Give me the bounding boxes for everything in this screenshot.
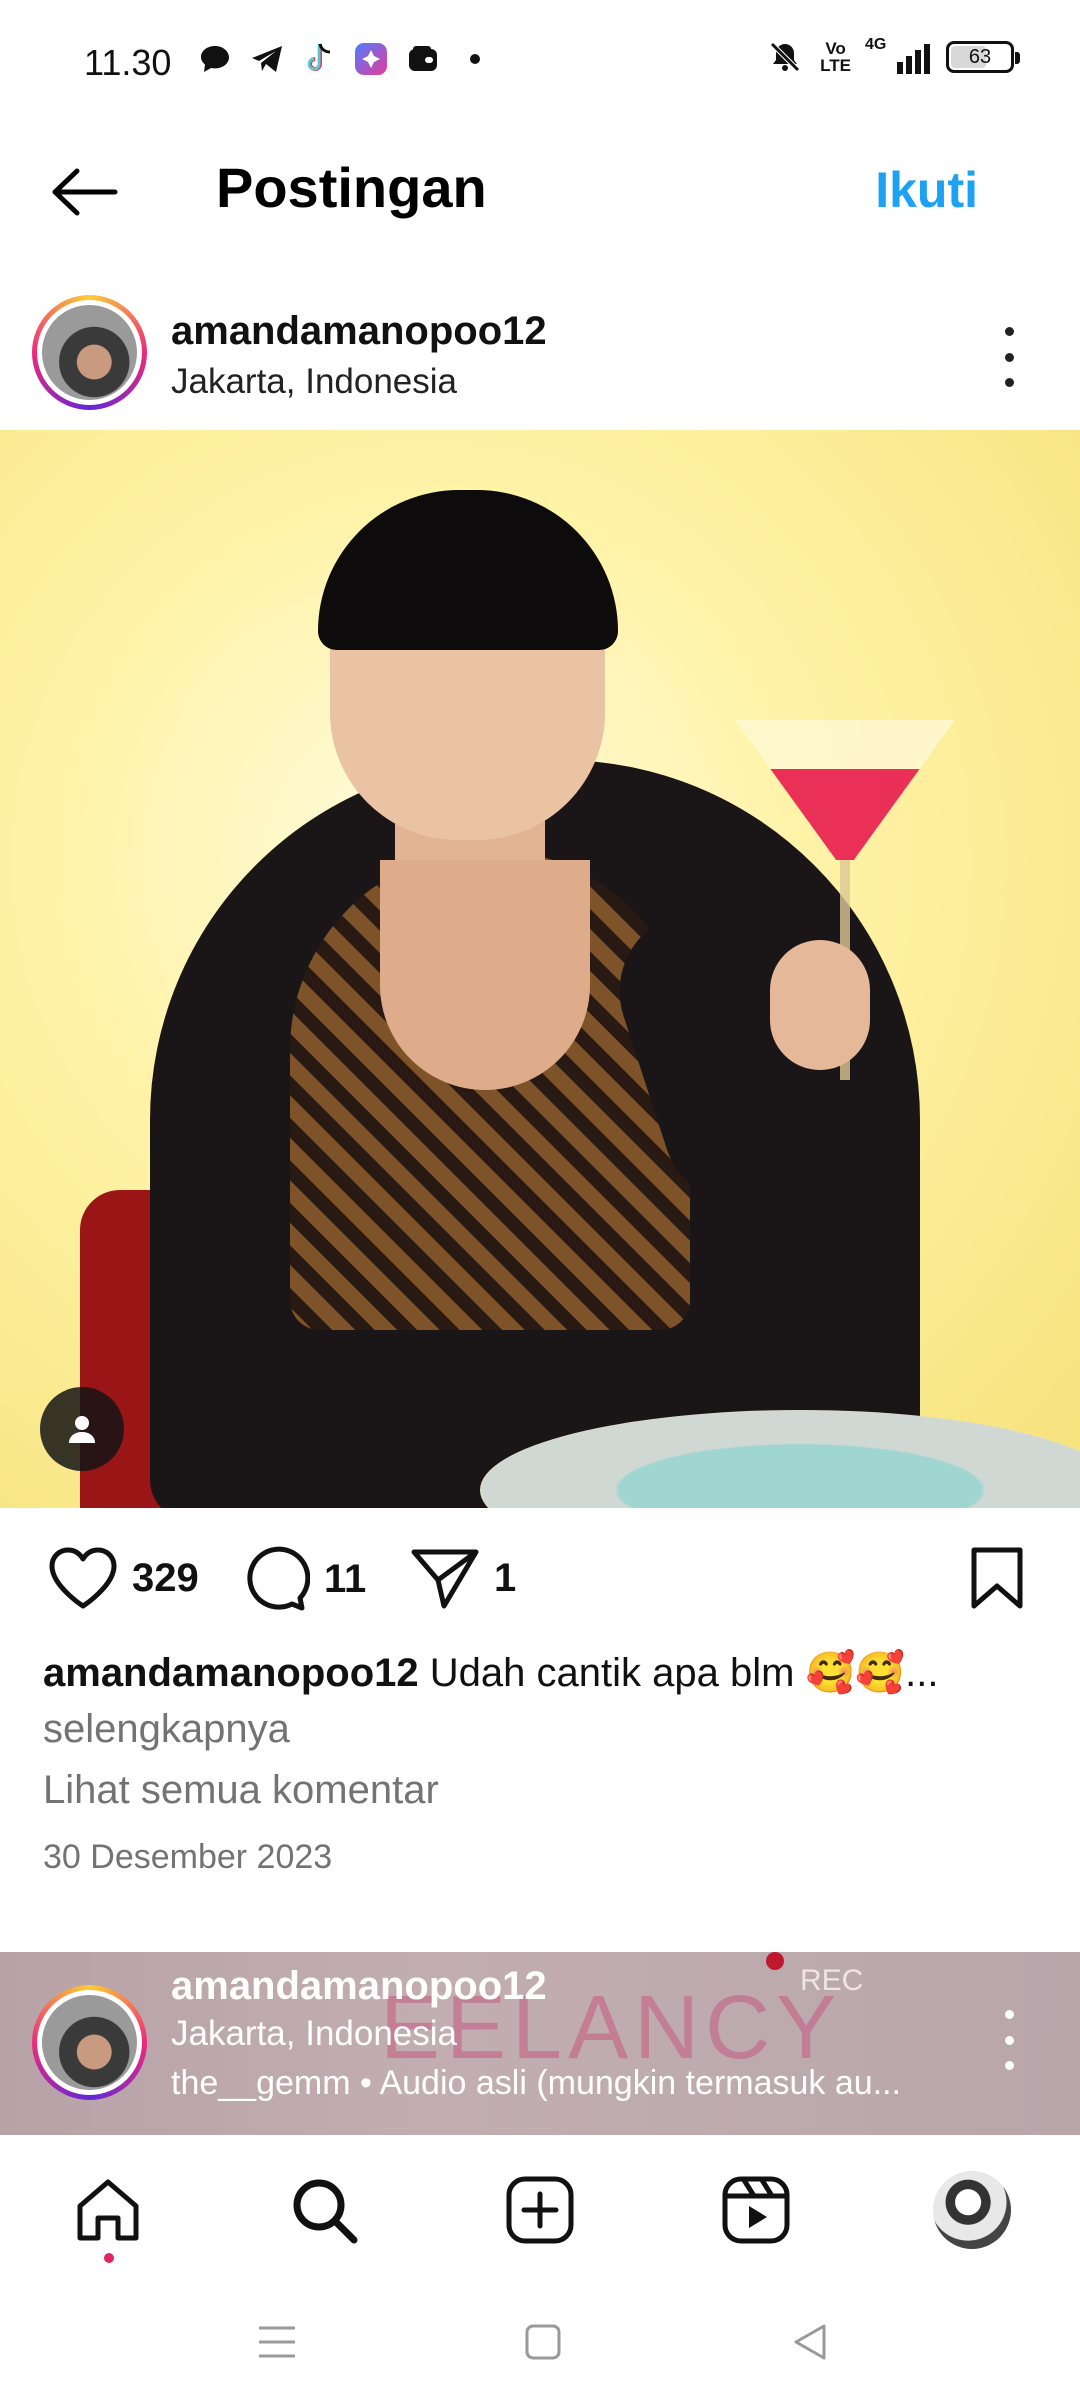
- next-post-avatar[interactable]: [32, 1985, 147, 2100]
- telegram-icon: [248, 40, 286, 78]
- next-post-more-button[interactable]: [994, 2010, 1024, 2070]
- post-header: amandamanopoo12 Jakarta, Indonesia: [0, 285, 1080, 430]
- signal-icon: 4G: [865, 36, 930, 74]
- status-right-icons: Vo LTE 4G 63: [766, 36, 1020, 76]
- post-location[interactable]: Jakarta, Indonesia: [171, 362, 457, 402]
- heart-icon: [49, 1547, 117, 1609]
- search-icon: [293, 2179, 358, 2244]
- notification-dot: [104, 2253, 114, 2263]
- nav-search[interactable]: [279, 2165, 369, 2255]
- post-username[interactable]: amandamanopoo12: [171, 309, 547, 354]
- caption-username[interactable]: amandamanopoo12: [43, 1651, 419, 1695]
- system-menu-button[interactable]: [252, 2317, 302, 2367]
- bookmark-icon: [971, 1547, 1023, 1609]
- next-post-audio[interactable]: the__gemm • Audio asli (mungkin termasuk…: [171, 2064, 901, 2103]
- status-time: 11.30: [84, 42, 172, 83]
- profile-avatar: [933, 2171, 1011, 2249]
- nav-reels[interactable]: [711, 2165, 801, 2255]
- more-dot-icon: [456, 40, 494, 78]
- wallet-icon: [404, 40, 442, 78]
- more-options-button[interactable]: [994, 327, 1024, 387]
- chat-bubble-icon: [196, 40, 234, 78]
- caption-text: Udah cantik apa blm 🥰🥰...: [429, 1651, 939, 1695]
- volte-indicator: Vo LTE: [820, 39, 851, 75]
- nav-profile[interactable]: [927, 2165, 1017, 2255]
- like-button[interactable]: 329: [48, 1546, 199, 1610]
- next-post-preview[interactable]: EELANCY REC amandamanopoo12 Jakarta, Ind…: [0, 1952, 1080, 2135]
- share-button[interactable]: 1: [410, 1546, 516, 1610]
- person-icon: [69, 1416, 95, 1443]
- view-all-comments-link[interactable]: Lihat semua komentar: [43, 1768, 439, 1813]
- rec-label: REC: [800, 1964, 864, 1997]
- system-home-button[interactable]: [518, 2317, 568, 2367]
- tagged-user-button[interactable]: [40, 1387, 124, 1471]
- nav-create[interactable]: [495, 2165, 585, 2255]
- comment-icon: [247, 1546, 310, 1611]
- back-button[interactable]: [44, 157, 124, 227]
- post-image[interactable]: [0, 430, 1080, 1508]
- next-post-location[interactable]: Jakarta, Indonesia: [171, 2014, 457, 2054]
- avatar[interactable]: [32, 295, 147, 410]
- post-caption: amandamanopoo12 Udah cantik apa blm 🥰🥰..…: [43, 1645, 1043, 1757]
- tiktok-icon: [300, 40, 338, 78]
- post-date: 30 Desember 2023: [43, 1838, 333, 1876]
- bottom-navigation: [0, 2135, 1080, 2285]
- more-dots-icon: [1004, 2010, 1014, 2019]
- app-header: Postingan Ikuti: [0, 125, 1080, 265]
- reels-icon: [722, 2176, 790, 2244]
- system-navigation: [0, 2285, 1080, 2400]
- nav-home[interactable]: [63, 2165, 153, 2263]
- more-dots-icon: [1004, 327, 1014, 336]
- arrow-left-icon: [52, 168, 118, 216]
- follow-button[interactable]: Ikuti: [875, 161, 978, 219]
- status-notification-icons: [196, 40, 494, 78]
- home-square-icon: [525, 2324, 561, 2360]
- send-icon: [411, 1549, 479, 1609]
- app-icon: [352, 40, 390, 78]
- like-count[interactable]: 329: [132, 1556, 199, 1601]
- bell-off-icon: [766, 38, 804, 76]
- comment-button[interactable]: 11: [240, 1546, 366, 1612]
- status-bar: 11.30 Vo LTE 4G 63: [0, 0, 1080, 125]
- system-back-button[interactable]: [785, 2317, 835, 2367]
- post-actions: 329 11 1: [0, 1508, 1080, 1648]
- create-icon: [506, 2176, 574, 2244]
- comment-count: 11: [324, 1556, 367, 1601]
- menu-icon: [259, 2326, 295, 2358]
- battery-indicator: 63: [946, 41, 1020, 73]
- next-post-username[interactable]: amandamanopoo12: [171, 1964, 547, 2009]
- save-button[interactable]: [968, 1546, 1026, 1615]
- back-triangle-icon: [794, 2324, 826, 2360]
- more-link[interactable]: selengkapnya: [43, 1701, 1043, 1757]
- share-count: 1: [494, 1555, 517, 1600]
- page-title: Postingan: [216, 156, 487, 219]
- home-icon: [77, 2179, 139, 2241]
